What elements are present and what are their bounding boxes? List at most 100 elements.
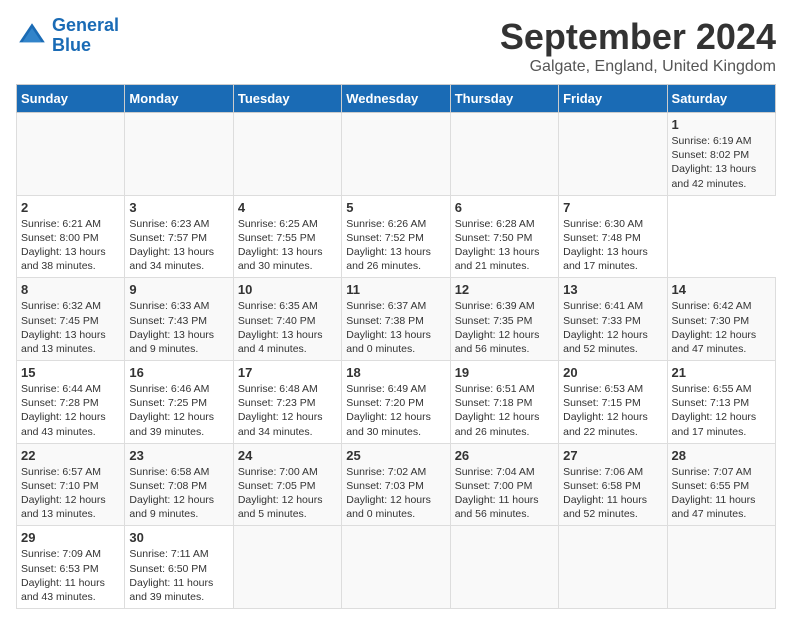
day-number: 11: [346, 282, 445, 297]
day-info: Sunrise: 6:49 AMSunset: 7:20 PMDaylight:…: [346, 382, 445, 439]
calendar-day-cell: 15 Sunrise: 6:44 AMSunset: 7:28 PMDaylig…: [17, 361, 125, 444]
day-number: 26: [455, 448, 554, 463]
day-info: Sunrise: 7:09 AMSunset: 6:53 PMDaylight:…: [21, 547, 120, 604]
day-number: 21: [672, 365, 771, 380]
day-number: 6: [455, 200, 554, 215]
day-info: Sunrise: 6:19 AMSunset: 8:02 PMDaylight:…: [672, 134, 771, 191]
day-number: 8: [21, 282, 120, 297]
day-info: Sunrise: 6:23 AMSunset: 7:57 PMDaylight:…: [129, 217, 228, 274]
empty-cell: [450, 526, 558, 609]
day-number: 1: [672, 117, 771, 132]
empty-cell: [17, 113, 125, 196]
calendar-week-row: 8 Sunrise: 6:32 AMSunset: 7:45 PMDayligh…: [17, 278, 776, 361]
day-number: 25: [346, 448, 445, 463]
calendar-day-cell: 6 Sunrise: 6:28 AMSunset: 7:50 PMDayligh…: [450, 195, 558, 278]
day-number: 2: [21, 200, 120, 215]
location: Galgate, England, United Kingdom: [500, 58, 776, 76]
calendar-day-cell: 1 Sunrise: 6:19 AMSunset: 8:02 PMDayligh…: [667, 113, 775, 196]
logo-text: General Blue: [52, 16, 119, 56]
empty-cell: [233, 526, 341, 609]
day-number: 16: [129, 365, 228, 380]
day-info: Sunrise: 6:58 AMSunset: 7:08 PMDaylight:…: [129, 465, 228, 522]
calendar-day-cell: 4 Sunrise: 6:25 AMSunset: 7:55 PMDayligh…: [233, 195, 341, 278]
day-info: Sunrise: 6:51 AMSunset: 7:18 PMDaylight:…: [455, 382, 554, 439]
day-info: Sunrise: 7:02 AMSunset: 7:03 PMDaylight:…: [346, 465, 445, 522]
calendar-day-cell: 5 Sunrise: 6:26 AMSunset: 7:52 PMDayligh…: [342, 195, 450, 278]
day-info: Sunrise: 6:39 AMSunset: 7:35 PMDaylight:…: [455, 299, 554, 356]
day-info: Sunrise: 6:37 AMSunset: 7:38 PMDaylight:…: [346, 299, 445, 356]
day-header-sunday: Sunday: [17, 85, 125, 113]
day-info: Sunrise: 6:32 AMSunset: 7:45 PMDaylight:…: [21, 299, 120, 356]
logo: General Blue: [16, 16, 119, 56]
day-info: Sunrise: 6:33 AMSunset: 7:43 PMDaylight:…: [129, 299, 228, 356]
day-header-thursday: Thursday: [450, 85, 558, 113]
empty-cell: [559, 113, 667, 196]
day-number: 9: [129, 282, 228, 297]
empty-cell: [559, 526, 667, 609]
day-number: 17: [238, 365, 337, 380]
day-info: Sunrise: 7:06 AMSunset: 6:58 PMDaylight:…: [563, 465, 662, 522]
day-number: 23: [129, 448, 228, 463]
day-number: 13: [563, 282, 662, 297]
page-header: General Blue September 2024 Galgate, Eng…: [16, 16, 776, 76]
day-info: Sunrise: 6:42 AMSunset: 7:30 PMDaylight:…: [672, 299, 771, 356]
calendar-day-cell: 14 Sunrise: 6:42 AMSunset: 7:30 PMDaylig…: [667, 278, 775, 361]
calendar-day-cell: 3 Sunrise: 6:23 AMSunset: 7:57 PMDayligh…: [125, 195, 233, 278]
month-title: September 2024: [500, 16, 776, 58]
empty-cell: [667, 526, 775, 609]
calendar-day-cell: 26 Sunrise: 7:04 AMSunset: 7:00 PMDaylig…: [450, 443, 558, 526]
day-info: Sunrise: 6:44 AMSunset: 7:28 PMDaylight:…: [21, 382, 120, 439]
calendar-day-cell: 29 Sunrise: 7:09 AMSunset: 6:53 PMDaylig…: [17, 526, 125, 609]
calendar-week-row: 29 Sunrise: 7:09 AMSunset: 6:53 PMDaylig…: [17, 526, 776, 609]
day-info: Sunrise: 7:00 AMSunset: 7:05 PMDaylight:…: [238, 465, 337, 522]
day-header-monday: Monday: [125, 85, 233, 113]
day-number: 7: [563, 200, 662, 215]
day-header-tuesday: Tuesday: [233, 85, 341, 113]
calendar-day-cell: 10 Sunrise: 6:35 AMSunset: 7:40 PMDaylig…: [233, 278, 341, 361]
calendar-day-cell: 11 Sunrise: 6:37 AMSunset: 7:38 PMDaylig…: [342, 278, 450, 361]
day-info: Sunrise: 6:41 AMSunset: 7:33 PMDaylight:…: [563, 299, 662, 356]
calendar-day-cell: 23 Sunrise: 6:58 AMSunset: 7:08 PMDaylig…: [125, 443, 233, 526]
day-header-wednesday: Wednesday: [342, 85, 450, 113]
day-number: 4: [238, 200, 337, 215]
day-header-saturday: Saturday: [667, 85, 775, 113]
calendar-day-cell: 24 Sunrise: 7:00 AMSunset: 7:05 PMDaylig…: [233, 443, 341, 526]
day-info: Sunrise: 6:57 AMSunset: 7:10 PMDaylight:…: [21, 465, 120, 522]
calendar-day-cell: 12 Sunrise: 6:39 AMSunset: 7:35 PMDaylig…: [450, 278, 558, 361]
calendar-day-cell: 21 Sunrise: 6:55 AMSunset: 7:13 PMDaylig…: [667, 361, 775, 444]
calendar-week-row: 1 Sunrise: 6:19 AMSunset: 8:02 PMDayligh…: [17, 113, 776, 196]
calendar-day-cell: 22 Sunrise: 6:57 AMSunset: 7:10 PMDaylig…: [17, 443, 125, 526]
day-info: Sunrise: 6:30 AMSunset: 7:48 PMDaylight:…: [563, 217, 662, 274]
logo-line2: Blue: [52, 35, 91, 55]
day-info: Sunrise: 6:28 AMSunset: 7:50 PMDaylight:…: [455, 217, 554, 274]
day-number: 10: [238, 282, 337, 297]
day-info: Sunrise: 7:04 AMSunset: 7:00 PMDaylight:…: [455, 465, 554, 522]
logo-icon: [16, 20, 48, 52]
calendar-day-cell: 28 Sunrise: 7:07 AMSunset: 6:55 PMDaylig…: [667, 443, 775, 526]
title-block: September 2024 Galgate, England, United …: [500, 16, 776, 76]
calendar-week-row: 2 Sunrise: 6:21 AMSunset: 8:00 PMDayligh…: [17, 195, 776, 278]
calendar-day-cell: 8 Sunrise: 6:32 AMSunset: 7:45 PMDayligh…: [17, 278, 125, 361]
day-number: 24: [238, 448, 337, 463]
day-number: 30: [129, 530, 228, 545]
day-info: Sunrise: 7:11 AMSunset: 6:50 PMDaylight:…: [129, 547, 228, 604]
calendar-table: SundayMondayTuesdayWednesdayThursdayFrid…: [16, 84, 776, 609]
day-info: Sunrise: 7:07 AMSunset: 6:55 PMDaylight:…: [672, 465, 771, 522]
logo-line1: General: [52, 15, 119, 35]
calendar-day-cell: 16 Sunrise: 6:46 AMSunset: 7:25 PMDaylig…: [125, 361, 233, 444]
calendar-week-row: 15 Sunrise: 6:44 AMSunset: 7:28 PMDaylig…: [17, 361, 776, 444]
empty-cell: [233, 113, 341, 196]
day-info: Sunrise: 6:26 AMSunset: 7:52 PMDaylight:…: [346, 217, 445, 274]
calendar-day-cell: 25 Sunrise: 7:02 AMSunset: 7:03 PMDaylig…: [342, 443, 450, 526]
day-number: 28: [672, 448, 771, 463]
calendar-day-cell: 19 Sunrise: 6:51 AMSunset: 7:18 PMDaylig…: [450, 361, 558, 444]
day-number: 29: [21, 530, 120, 545]
day-number: 22: [21, 448, 120, 463]
day-info: Sunrise: 6:53 AMSunset: 7:15 PMDaylight:…: [563, 382, 662, 439]
day-number: 15: [21, 365, 120, 380]
calendar-day-cell: 9 Sunrise: 6:33 AMSunset: 7:43 PMDayligh…: [125, 278, 233, 361]
day-number: 5: [346, 200, 445, 215]
calendar-day-cell: 13 Sunrise: 6:41 AMSunset: 7:33 PMDaylig…: [559, 278, 667, 361]
calendar-day-cell: 7 Sunrise: 6:30 AMSunset: 7:48 PMDayligh…: [559, 195, 667, 278]
day-number: 3: [129, 200, 228, 215]
